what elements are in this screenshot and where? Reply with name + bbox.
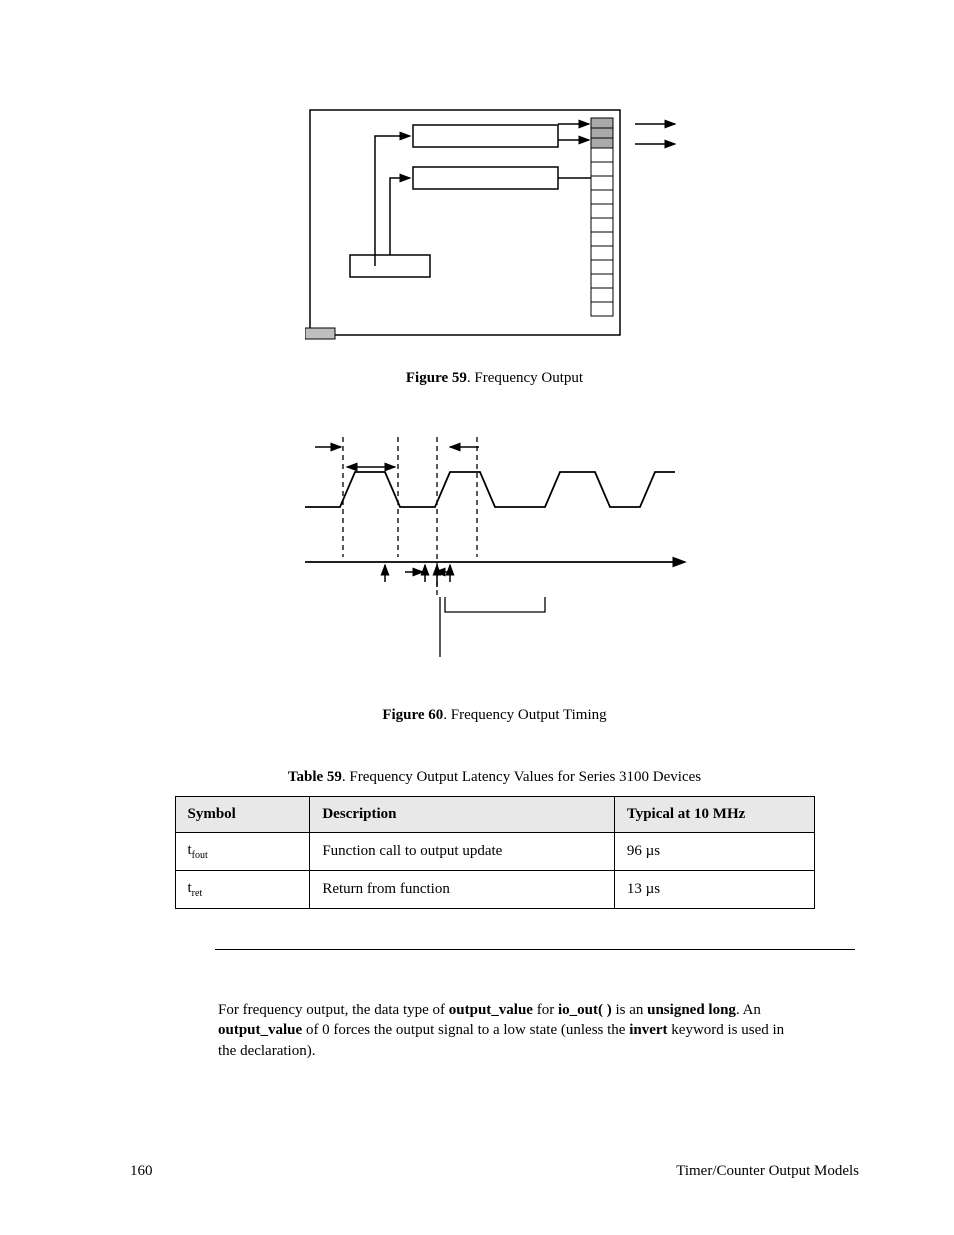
cell-typical: 13 µs (614, 871, 814, 909)
cell-symbol: tret (175, 871, 310, 909)
para-bold: invert (629, 1022, 667, 1038)
figure-60: Figure 60. Frequency Output Timing (130, 427, 859, 724)
figure-59-caption: Figure 59. Frequency Output (130, 370, 859, 387)
figure-60-diagram (285, 427, 705, 677)
para-text: for (533, 1002, 558, 1018)
para-text: of 0 forces the output signal to a low s… (302, 1022, 629, 1038)
cell-typical: 96 µs (614, 833, 814, 871)
header-description: Description (310, 797, 614, 833)
para-bold: output_value (449, 1002, 533, 1018)
symbol-sub: fout (192, 850, 208, 861)
table-header-row: Symbol Description Typical at 10 MHz (175, 797, 814, 833)
figure-59-diagram (305, 100, 685, 350)
cell-description: Return from function (310, 871, 614, 909)
body-paragraph: For frequency output, the data type of o… (218, 1000, 788, 1061)
table-59-caption: Table 59. Frequency Output Latency Value… (130, 769, 859, 786)
para-bold: io_out( ) (558, 1002, 612, 1018)
symbol-sub: ret (192, 888, 203, 899)
cell-symbol: tfout (175, 833, 310, 871)
header-typical: Typical at 10 MHz (614, 797, 814, 833)
table-59-caption-text: . Frequency Output Latency Values for Se… (342, 769, 701, 785)
figure-59-caption-text: . Frequency Output (467, 370, 583, 386)
page-footer: 160 Timer/Counter Output Models (130, 1163, 859, 1180)
figure-59-label: Figure 59 (406, 370, 467, 386)
figure-59: Figure 59. Frequency Output (130, 100, 859, 387)
latency-table: Symbol Description Typical at 10 MHz tfo… (175, 796, 815, 909)
table-59-label: Table 59 (288, 769, 342, 785)
figure-60-caption-text: . Frequency Output Timing (443, 707, 606, 723)
cell-description: Function call to output update (310, 833, 614, 871)
table-row: tret Return from function 13 µs (175, 871, 814, 909)
table-row: tfout Function call to output update 96 … (175, 833, 814, 871)
footer-section: Timer/Counter Output Models (676, 1163, 859, 1180)
para-text: . An (736, 1002, 761, 1018)
para-text: For frequency output, the data type of (218, 1002, 449, 1018)
section-divider (215, 949, 855, 950)
header-symbol: Symbol (175, 797, 310, 833)
page-number: 160 (130, 1163, 153, 1180)
figure-60-caption: Figure 60. Frequency Output Timing (130, 707, 859, 724)
figure-60-label: Figure 60 (382, 707, 443, 723)
para-bold: output_value (218, 1022, 302, 1038)
para-text: is an (612, 1002, 647, 1018)
para-bold: unsigned long (647, 1002, 736, 1018)
